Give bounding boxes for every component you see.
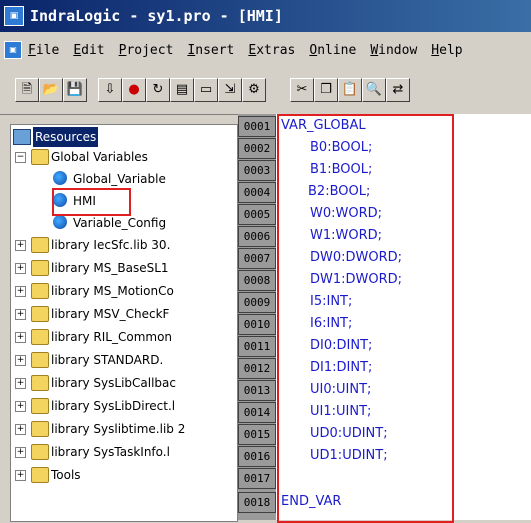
line-number: 0015 [238, 424, 276, 445]
library-label[interactable]: library Syslibtime.lib 2 [51, 419, 185, 439]
folder-icon [31, 375, 49, 391]
library-label[interactable]: library MSV_CheckF [51, 304, 169, 324]
expand-icon[interactable]: + [15, 332, 26, 343]
open-icon[interactable]: 📂 [39, 78, 63, 102]
stop-icon[interactable]: ● [122, 78, 146, 102]
mdi-document-icon[interactable]: ▣ [4, 41, 22, 59]
expand-icon[interactable]: + [15, 309, 26, 320]
expand-icon[interactable]: + [15, 378, 26, 389]
library-label[interactable]: library MS_BaseSL1 [51, 258, 169, 278]
menu-online[interactable]: Online [309, 43, 356, 58]
replace-icon[interactable]: ⇄ [386, 78, 410, 102]
library-label[interactable]: library IecSfc.lib 30. [51, 235, 170, 255]
folder-icon [31, 444, 49, 460]
tree-root-label[interactable]: Resources [33, 127, 99, 147]
line-number: 0011 [238, 336, 276, 357]
menu-help[interactable]: Help [431, 43, 462, 58]
line-number: 0014 [238, 402, 276, 423]
expand-icon[interactable]: + [15, 424, 26, 435]
monitor-icon[interactable]: ▭ [194, 78, 218, 102]
line-number: 0006 [238, 226, 276, 247]
connect-icon[interactable]: ↻ [146, 78, 170, 102]
tree-item-label[interactable]: Global_Variable [73, 169, 166, 189]
menu-bar: ▣ File Edit Project Insert Extras Online… [0, 32, 531, 68]
expand-icon[interactable]: + [15, 470, 26, 481]
line-number: 0016 [238, 446, 276, 467]
login-icon[interactable]: ⚙ [242, 78, 266, 102]
find-icon[interactable]: 🔍 [362, 78, 386, 102]
tree-global-vars-label[interactable]: Global Variables [51, 147, 148, 167]
folder-icon [31, 329, 49, 345]
folder-icon [31, 467, 49, 483]
folder-icon [31, 260, 49, 276]
tools-label[interactable]: Tools [51, 465, 81, 485]
line-number: 0012 [238, 358, 276, 379]
line-number: 0017 [238, 468, 276, 489]
line-number: 0003 [238, 160, 276, 181]
resources-tree[interactable]: Resources − Global Variables Global_Vari… [10, 124, 238, 522]
title-bar: ▣ IndraLogic - sy1.pro - [HMI] [0, 0, 531, 32]
library-label[interactable]: library STANDARD. [51, 350, 163, 370]
line-number-gutter: 0001 0002 0003 0004 0005 0006 0007 0008 … [238, 114, 276, 520]
tree-item-label[interactable]: Variable_Config [73, 213, 166, 233]
library-label[interactable]: library SysTaskInfo.l [51, 442, 170, 462]
folder-icon [31, 283, 49, 299]
line-number: 0008 [238, 270, 276, 291]
save-icon[interactable]: 💾 [63, 78, 87, 102]
line-number: 0005 [238, 204, 276, 225]
expand-icon[interactable]: + [15, 240, 26, 251]
library-label[interactable]: library MS_MotionCo [51, 281, 174, 301]
line-number: 0018 [238, 492, 276, 513]
app-icon: ▣ [4, 6, 24, 26]
menu-project[interactable]: Project [119, 43, 174, 58]
folder-icon [31, 421, 49, 437]
library-label[interactable]: library SysLibCallbac [51, 373, 176, 393]
window-title: IndraLogic - sy1.pro - [HMI] [30, 7, 283, 25]
expand-icon[interactable]: + [15, 286, 26, 297]
globe-icon [53, 171, 67, 185]
code-highlight-box [277, 114, 454, 523]
toolbar: 🗎 📂 💾 ⇩ ● ↻ ▤ ▭ ⇲ ⚙ ✂ ❐ 📋 🔍 ⇄ [0, 68, 531, 115]
expand-icon[interactable]: + [15, 401, 26, 412]
folder-icon [31, 149, 49, 165]
build-icon[interactable]: ⇩ [98, 78, 122, 102]
cut-icon[interactable]: ✂ [290, 78, 314, 102]
line-number: 0009 [238, 292, 276, 313]
download-icon[interactable]: ⇲ [218, 78, 242, 102]
menu-edit[interactable]: Edit [73, 43, 104, 58]
menu-insert[interactable]: Insert [187, 43, 234, 58]
menu-extras[interactable]: Extras [248, 43, 295, 58]
folder-icon [31, 352, 49, 368]
collapse-icon[interactable]: − [15, 152, 26, 163]
folder-icon [31, 237, 49, 253]
paste-icon[interactable]: 📋 [338, 78, 362, 102]
folder-icon [31, 306, 49, 322]
hmi-highlight-box [52, 188, 131, 216]
library-label[interactable]: library SysLibDirect.l [51, 396, 175, 416]
settings-icon[interactable]: ▤ [170, 78, 194, 102]
line-number: 0001 [238, 116, 276, 137]
line-number: 0007 [238, 248, 276, 269]
line-number: 0004 [238, 182, 276, 203]
library-label[interactable]: library RIL_Common [51, 327, 172, 347]
line-number: 0013 [238, 380, 276, 401]
expand-icon[interactable]: + [15, 355, 26, 366]
new-icon[interactable]: 🗎 [15, 78, 39, 102]
menu-window[interactable]: Window [370, 43, 417, 58]
expand-icon[interactable]: + [15, 447, 26, 458]
expand-icon[interactable]: + [15, 263, 26, 274]
line-number: 0002 [238, 138, 276, 159]
globe-icon [53, 215, 67, 229]
menu-file[interactable]: File [28, 43, 59, 58]
copy-icon[interactable]: ❐ [314, 78, 338, 102]
folder-icon [31, 398, 49, 414]
resources-icon [13, 129, 31, 145]
line-number: 0010 [238, 314, 276, 335]
